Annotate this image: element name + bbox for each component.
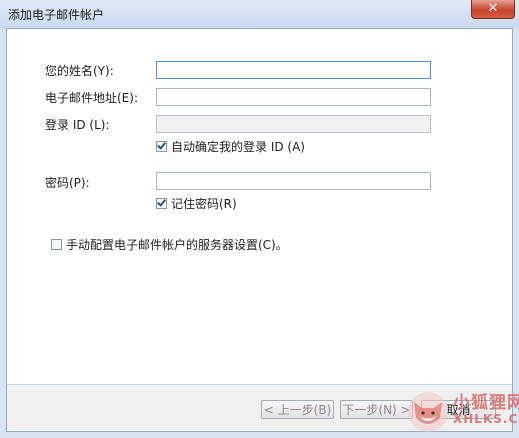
- email-label: 电子邮件地址(E):: [45, 91, 138, 105]
- manual-config-row[interactable]: 手动配置电子邮件帐户的服务器设置(C)。: [51, 236, 288, 253]
- name-label: 您的姓名(Y):: [45, 64, 114, 78]
- close-icon: ✕: [487, 1, 499, 16]
- login-id-field: [156, 115, 431, 133]
- auto-login-label: 自动确定我的登录 ID (A): [171, 140, 305, 154]
- manual-config-checkbox[interactable]: [51, 239, 62, 250]
- email-field[interactable]: [156, 88, 431, 106]
- dialog-body: 您的姓名(Y): 电子邮件地址(E): 登录 ID (L): 自动确定我的登录 …: [6, 28, 513, 432]
- password-field[interactable]: [156, 172, 431, 190]
- auto-login-checkbox[interactable]: [156, 141, 167, 152]
- title-bar: 添加电子邮件帐户 ✕: [0, 0, 519, 28]
- remember-password-checkbox[interactable]: [156, 198, 167, 209]
- manual-config-label: 手动配置电子邮件帐户的服务器设置(C)。: [66, 238, 288, 252]
- password-label: 密码(P):: [45, 176, 90, 190]
- login-id-label: 登录 ID (L):: [45, 118, 110, 132]
- close-button[interactable]: ✕: [471, 0, 515, 19]
- back-button[interactable]: < 上一步(B): [261, 400, 334, 419]
- button-bar: < 上一步(B) 下一步(N) > 取消: [7, 385, 512, 431]
- remember-password-row[interactable]: 记住密码(R): [156, 195, 237, 212]
- auto-login-checkbox-row[interactable]: 自动确定我的登录 ID (A): [156, 138, 305, 155]
- remember-password-label: 记住密码(R): [171, 197, 237, 211]
- cancel-button[interactable]: 取消: [421, 400, 496, 419]
- window-title: 添加电子邮件帐户: [8, 8, 105, 22]
- next-button[interactable]: 下一步(N) >: [340, 400, 413, 419]
- name-field[interactable]: [156, 61, 431, 79]
